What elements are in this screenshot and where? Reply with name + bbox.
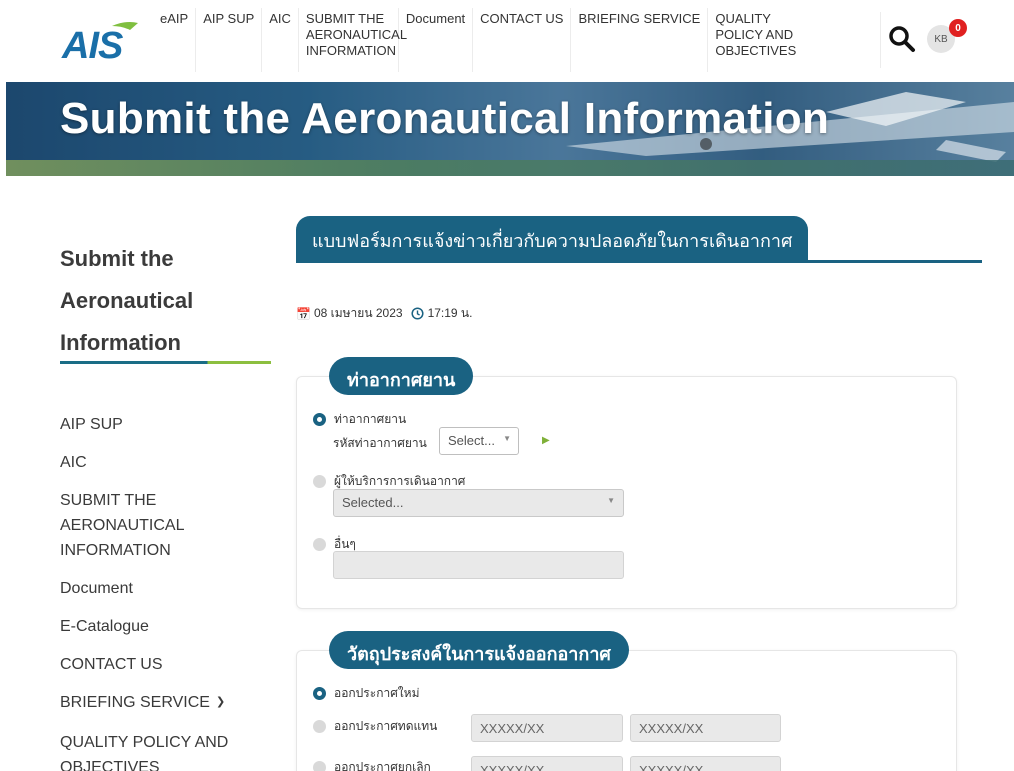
sidebar-item-submit[interactable]: SUBMIT THE AERONAUTICAL INFORMATION [60,488,270,563]
airport-section-title: ท่าอากาศยาน [329,357,474,395]
cancel-input-a[interactable]: XXXXX/XX [471,756,623,771]
radio-cancel[interactable] [313,761,326,771]
cancel-input-a-placeholder: XXXXX/XX [480,763,545,771]
form-datetime: 📅 08 เมษายน 2023 17:19 น. [296,304,472,323]
replace-input-a-placeholder: XXXXX/XX [480,721,545,736]
main-nav: eAIP AIP SUP AIC SUBMIT THE AERONAUTICAL… [153,8,808,76]
cancel-input-b-placeholder: XXXXX/XX [639,763,704,771]
sidebar-item-document[interactable]: Document [60,576,270,601]
radio-new[interactable] [313,687,326,700]
airport-code-select-value: Select... [448,433,495,448]
sidebar-item-label: AIP SUP [60,416,123,433]
page-banner: Submit the Aeronautical Information [6,82,1014,176]
nav-briefing-service[interactable]: BRIEFING SERVICE [571,8,709,72]
nav-quality-policy[interactable]: QUALITY POLICY AND OBJECTIVES [708,8,808,72]
radio-new-row[interactable]: ออกประกาศใหม่ [313,684,420,703]
sidebar-menu: AIP SUP AIC SUBMIT THE AERONAUTICAL INFO… [60,412,270,771]
replace-input-a[interactable]: XXXXX/XX [471,714,623,742]
nav-document[interactable]: Document [399,8,474,72]
sidebar-item-e-catalogue[interactable]: E-Catalogue [60,614,270,639]
provider-select-value: Selected... [342,495,404,510]
header-divider [880,12,881,68]
sidebar-item-label: Document [60,580,133,597]
nav-aic[interactable]: AIC [262,8,299,72]
sidebar-item-label: SUBMIT THE AERONAUTICAL INFORMATION [60,492,184,559]
form-title: แบบฟอร์มการแจ้งข่าวเกี่ยวกับความปลอดภัยใ… [296,216,809,260]
svg-text:AIS: AIS [61,25,123,64]
sidebar-item-quality-policy[interactable]: QUALITY POLICY AND OBJECTIVES [60,730,270,771]
banner-strip [6,160,1014,176]
search-icon[interactable] [887,24,917,54]
sidebar-item-contact-us[interactable]: CONTACT US [60,652,270,677]
cancel-input-b[interactable]: XXXXX/XX [630,756,781,771]
radio-provider[interactable] [313,475,326,488]
form-date: 08 เมษายน 2023 [313,306,403,320]
radio-airport[interactable] [313,413,326,426]
radio-new-label: ออกประกาศใหม่ [334,686,420,700]
nav-submit-aeronautical-info[interactable]: SUBMIT THE AERONAUTICAL INFORMATION [299,8,407,72]
caret-down-icon: ▼ [607,496,615,505]
sidebar-item-label: QUALITY POLICY AND OBJECTIVES [60,734,229,771]
play-arrow-icon: ▶ [542,435,550,446]
radio-airport-label: ท่าอากาศยาน [334,412,407,426]
form-title-underline [296,260,982,263]
sidebar-item-briefing-service[interactable]: BRIEFING SERVICE ❯ [60,690,270,717]
form-time: 17:19 น. [427,306,473,320]
sidebar-item-aip-sup[interactable]: AIP SUP [60,412,270,437]
form-time-wrap: 17:19 น. [411,304,473,323]
sidebar-item-label: CONTACT US [60,656,163,673]
nav-eaip[interactable]: eAIP [153,8,197,72]
purpose-section-title: วัตถุประสงค์ในการแจ้งออกอากาศ [329,631,629,669]
radio-replace[interactable] [313,720,326,733]
airport-code-select[interactable]: Select... ▼ [439,427,519,455]
airport-code-label: รหัสท่าอากาศยาน [333,436,427,450]
sidebar-title: Submit the Aeronautical Information [60,246,194,355]
chevron-down-icon[interactable]: ❯ [216,690,225,715]
sidebar-divider [60,361,271,364]
replace-input-b-placeholder: XXXXX/XX [639,721,704,736]
notification-badge[interactable]: 0 [949,19,967,37]
ais-logo[interactable]: AIS [60,18,140,64]
nav-aip-sup[interactable]: AIP SUP [196,8,263,72]
radio-replace-row[interactable]: ออกประกาศทดแทน [313,717,437,736]
radio-other[interactable] [313,538,326,551]
radio-replace-label: ออกประกาศทดแทน [334,719,438,733]
sidebar-item-label: BRIEFING SERVICE [60,694,210,711]
calendar-icon: 📅 [296,306,311,321]
provider-select[interactable]: Selected... ▼ [333,489,624,517]
sidebar-item-label: AIC [60,454,87,471]
sidebar-item-aic[interactable]: AIC [60,450,270,475]
radio-cancel-label: ออกประกาศยกเลิก [334,760,431,771]
banner-title: Submit the Aeronautical Information [60,94,830,143]
caret-down-icon: ▼ [503,434,511,443]
radio-cancel-row[interactable]: ออกประกาศยกเลิก [313,758,431,771]
clock-icon [411,307,424,320]
replace-input-b[interactable]: XXXXX/XX [630,714,781,742]
nav-contact-us[interactable]: CONTACT US [473,8,572,72]
radio-airport-row[interactable]: ท่าอากาศยาน [313,410,406,429]
other-input[interactable] [333,551,624,579]
top-header: AIS eAIP AIP SUP AIC SUBMIT THE AERONAUT… [0,0,1014,80]
sidebar-item-label: E-Catalogue [60,618,149,635]
